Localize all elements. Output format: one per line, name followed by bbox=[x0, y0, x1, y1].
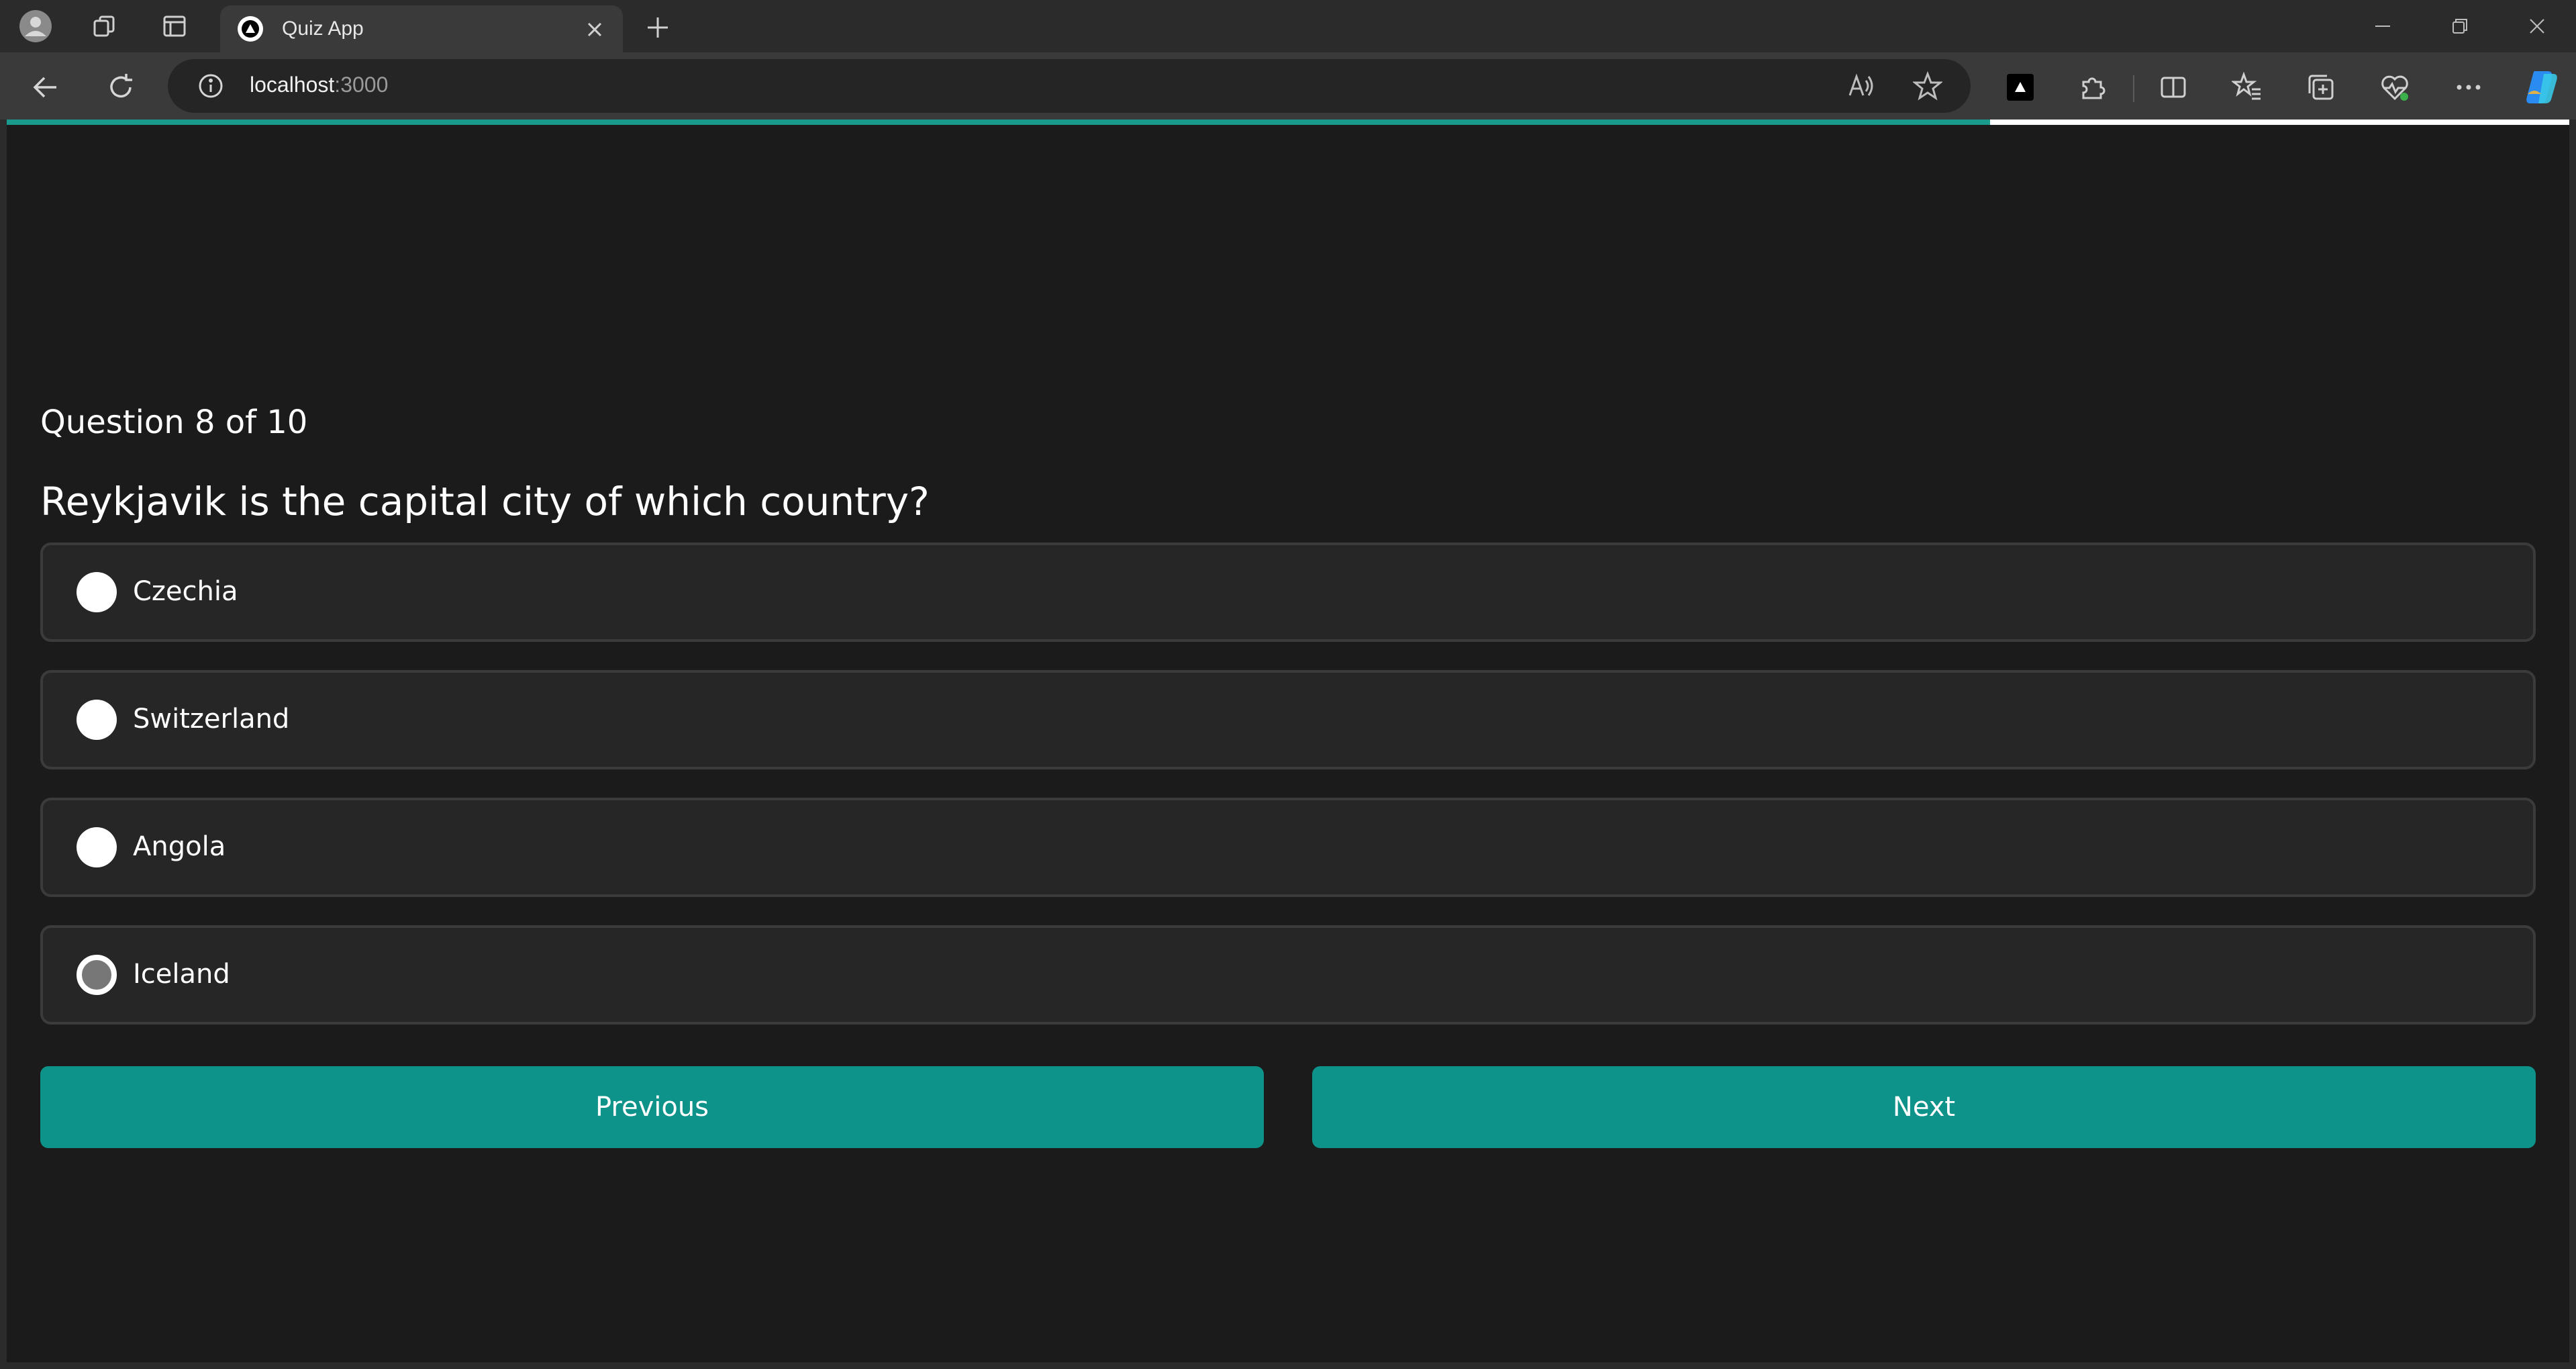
favicon-icon bbox=[238, 16, 263, 42]
radio-button[interactable] bbox=[77, 700, 117, 740]
split-screen-icon[interactable] bbox=[2153, 67, 2193, 107]
window-frame-edge bbox=[2569, 120, 2576, 1369]
puzzle-icon[interactable] bbox=[2073, 67, 2113, 107]
tab-quiz-app[interactable]: Quiz App bbox=[220, 5, 623, 52]
progress-bar bbox=[7, 120, 2569, 125]
answer-label: Iceland bbox=[133, 959, 230, 990]
window-close-icon[interactable] bbox=[2517, 9, 2557, 43]
browser-tab-bar: Quiz App bbox=[0, 0, 2576, 52]
workspaces-icon[interactable] bbox=[87, 9, 121, 43]
progress-fill bbox=[7, 120, 1991, 125]
refresh-icon[interactable] bbox=[102, 68, 140, 106]
answer-options: Czechia Switzerland Angola Iceland bbox=[40, 542, 2536, 1053]
radio-button[interactable] bbox=[77, 572, 117, 612]
browser-toolbar: localhost:3000 bbox=[0, 52, 2576, 120]
health-icon[interactable] bbox=[2375, 67, 2415, 107]
previous-button[interactable]: Previous bbox=[40, 1066, 1264, 1148]
more-icon[interactable] bbox=[2448, 67, 2489, 107]
answer-label: Czechia bbox=[133, 576, 238, 607]
collections-icon[interactable] bbox=[2301, 67, 2341, 107]
profile-icon[interactable] bbox=[19, 9, 52, 43]
page-viewport: Question 8 of 10 Reykjavik is the capita… bbox=[7, 120, 2569, 1362]
info-icon[interactable] bbox=[195, 70, 227, 102]
toolbar-divider bbox=[2133, 75, 2134, 102]
extension-logo-icon[interactable] bbox=[2000, 67, 2040, 107]
url-text[interactable]: localhost:3000 bbox=[250, 73, 388, 97]
favorites-icon[interactable] bbox=[2227, 67, 2267, 107]
copilot-icon[interactable] bbox=[2521, 67, 2561, 107]
back-arrow-icon[interactable] bbox=[27, 68, 64, 106]
restore-icon[interactable] bbox=[2440, 9, 2480, 43]
answer-option[interactable]: Switzerland bbox=[40, 670, 2536, 769]
answer-option[interactable]: Czechia bbox=[40, 542, 2536, 642]
answer-option[interactable]: Angola bbox=[40, 798, 2536, 897]
minimize-icon[interactable] bbox=[2363, 9, 2403, 43]
tab-actions-icon[interactable] bbox=[158, 9, 191, 43]
close-icon[interactable] bbox=[581, 16, 608, 43]
plus-icon[interactable] bbox=[641, 11, 675, 44]
read-aloud-icon[interactable] bbox=[1843, 68, 1878, 103]
radio-button[interactable] bbox=[77, 955, 117, 995]
next-button[interactable]: Next bbox=[1312, 1066, 2536, 1148]
radio-button[interactable] bbox=[77, 827, 117, 867]
address-bar[interactable]: localhost:3000 bbox=[168, 59, 1971, 113]
star-icon[interactable] bbox=[1910, 68, 1945, 103]
url-port: :3000 bbox=[334, 73, 389, 97]
question-counter: Question 8 of 10 bbox=[40, 404, 308, 441]
tab-title: Quiz App bbox=[282, 17, 364, 40]
answer-option[interactable]: Iceland bbox=[40, 925, 2536, 1025]
answer-label: Angola bbox=[133, 831, 226, 862]
url-host: localhost bbox=[250, 73, 335, 97]
answer-label: Switzerland bbox=[133, 704, 290, 735]
question-text: Reykjavik is the capital city of which c… bbox=[40, 479, 930, 524]
